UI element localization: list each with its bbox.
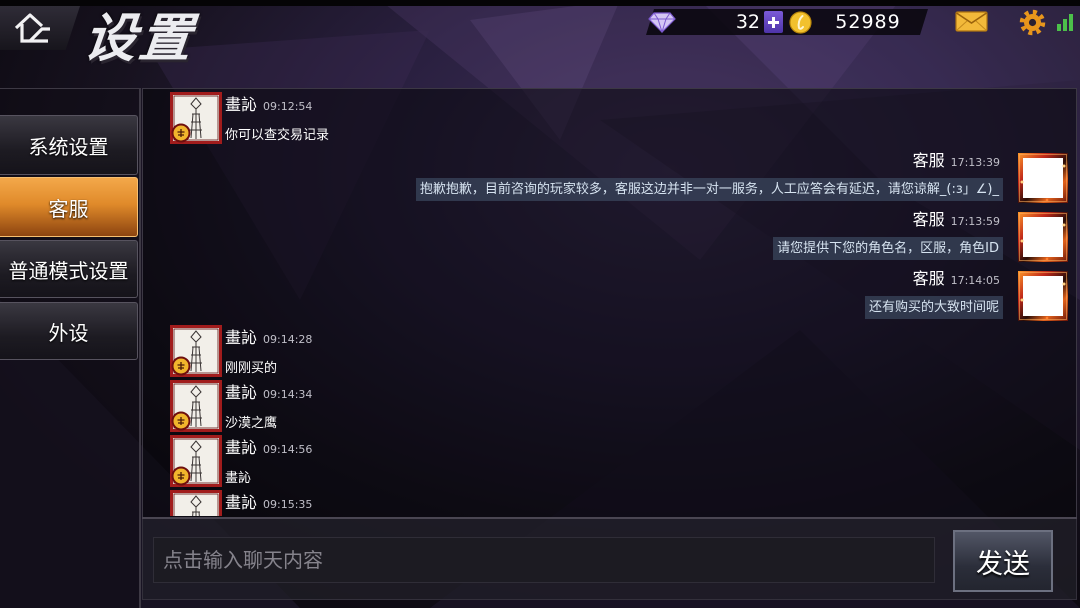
chat-message: 畫訫 09:14:28 刚刚买的 (142, 325, 1075, 381)
player-portrait-icon (170, 380, 222, 432)
message-bubble: 抱歉抱歉，目前咨询的玩家较多，客服这边并非一对一服务，人工应答会有延迟，请您谅解… (415, 178, 1003, 201)
message-meta: 客服 17:13:39 (913, 151, 1000, 173)
player-avatar[interactable] (170, 325, 222, 377)
diamond-icon (648, 12, 676, 33)
service-portrait-icon (1017, 211, 1069, 263)
chat-message: 畫訫 09:14:34 沙漠之鹰 (142, 380, 1075, 436)
sender-name: 畫訫 (225, 328, 258, 347)
signal-icon (1057, 13, 1073, 31)
diamond-count: 32 (735, 11, 760, 33)
signal-bar (1063, 19, 1067, 31)
plus-icon[interactable] (764, 11, 783, 33)
message-meta: 畫訫 09:14:28 (225, 328, 312, 350)
service-avatar[interactable] (1017, 270, 1069, 322)
sender-name: 畫訫 (225, 438, 258, 457)
sender-name: 畫訫 (225, 493, 258, 512)
message-text: 刚刚买的 (225, 361, 278, 376)
service-avatar[interactable] (1017, 152, 1069, 204)
message-time: 17:13:59 (950, 215, 1000, 228)
player-portrait-icon (170, 490, 222, 516)
chat-input[interactable] (153, 537, 935, 583)
player-avatar[interactable] (170, 490, 222, 516)
player-portrait-icon (170, 325, 222, 377)
message-time: 17:13:39 (950, 156, 1000, 169)
sender-name: 客服 (912, 210, 945, 229)
message-bubble: 请您提供下您的角色名，区服，角色ID (773, 237, 1003, 260)
message-meta: 客服 17:14:05 (913, 269, 1000, 291)
mail-icon[interactable] (955, 11, 988, 32)
chat-message: 客服 17:13:59 请您提供下您的角色名，区服，角色ID (142, 210, 1075, 267)
message-text: 畫訫 (225, 471, 252, 486)
coin-count: 52989 (835, 11, 901, 33)
message-text: 沙漠之鹰 (225, 416, 278, 431)
send-button[interactable]: 发送 (953, 530, 1053, 592)
chat-message: 客服 17:14:05 还有购买的大致时间呢 (142, 269, 1075, 326)
chat-message: 畫訫 09:12:54 你可以查交易记录 (142, 92, 1075, 148)
signal-bar (1069, 14, 1073, 31)
sidebar-item-normal-mode-settings[interactable]: 普通模式设置 (0, 240, 138, 298)
message-meta: 畫訫 09:15:35 (225, 493, 312, 515)
service-portrait-icon (1017, 270, 1069, 322)
message-time: 09:14:28 (263, 333, 313, 346)
message-bubble: 还有购买的大致时间呢 (864, 296, 1003, 319)
sidebar-item-peripherals[interactable]: 外设 (0, 302, 138, 360)
sender-name: 客服 (912, 151, 945, 170)
message-time: 09:14:56 (263, 443, 313, 456)
page-title: 设置 (80, 9, 198, 69)
service-portrait-icon (1017, 152, 1069, 204)
signal-bar (1057, 24, 1061, 31)
sidebar-item-system-settings[interactable]: 系统设置 (0, 115, 138, 175)
sender-name: 客服 (912, 269, 945, 288)
player-portrait-icon (170, 435, 222, 487)
chat-history[interactable]: 畫訫 09:12:54 你可以查交易记录 客服 17:13:39 抱歉抱歉，目前咨询… (142, 88, 1075, 516)
chat-message: 畫訫 09:15:35 (142, 490, 1075, 516)
message-meta: 客服 17:13:59 (913, 210, 1000, 232)
coin-icon (789, 11, 812, 34)
sender-name: 畫訫 (225, 383, 258, 402)
sender-name: 畫訫 (225, 95, 258, 114)
message-meta: 畫訫 09:14:34 (225, 383, 312, 405)
message-time: 09:12:54 (263, 100, 313, 113)
message-text: 你可以查交易记录 (225, 128, 330, 143)
service-avatar[interactable] (1017, 211, 1069, 263)
sidebar-item-customer-service[interactable]: 客服 (0, 177, 138, 237)
gear-icon[interactable] (1019, 9, 1046, 36)
chat-message: 客服 17:13:39 抱歉抱歉，目前咨询的玩家较多，客服这边并非一对一服务，人工… (142, 151, 1075, 208)
chat-message: 畫訫 09:14:56 畫訫 (142, 435, 1075, 491)
player-avatar[interactable] (170, 435, 222, 487)
message-meta: 畫訫 09:14:56 (225, 438, 312, 460)
player-portrait-icon (170, 92, 222, 144)
message-time: 09:15:35 (263, 498, 313, 511)
message-time: 17:14:05 (950, 274, 1000, 287)
home-back-icon (14, 13, 50, 43)
message-meta: 畫訫 09:12:54 (225, 95, 312, 117)
message-time: 09:14:34 (263, 388, 313, 401)
player-avatar[interactable] (170, 380, 222, 432)
game-screen: 设置 32 52989 系统设置 客服 普通模式设置 外设 畫訫 09:12:54… (0, 0, 1080, 608)
player-avatar[interactable] (170, 92, 222, 144)
